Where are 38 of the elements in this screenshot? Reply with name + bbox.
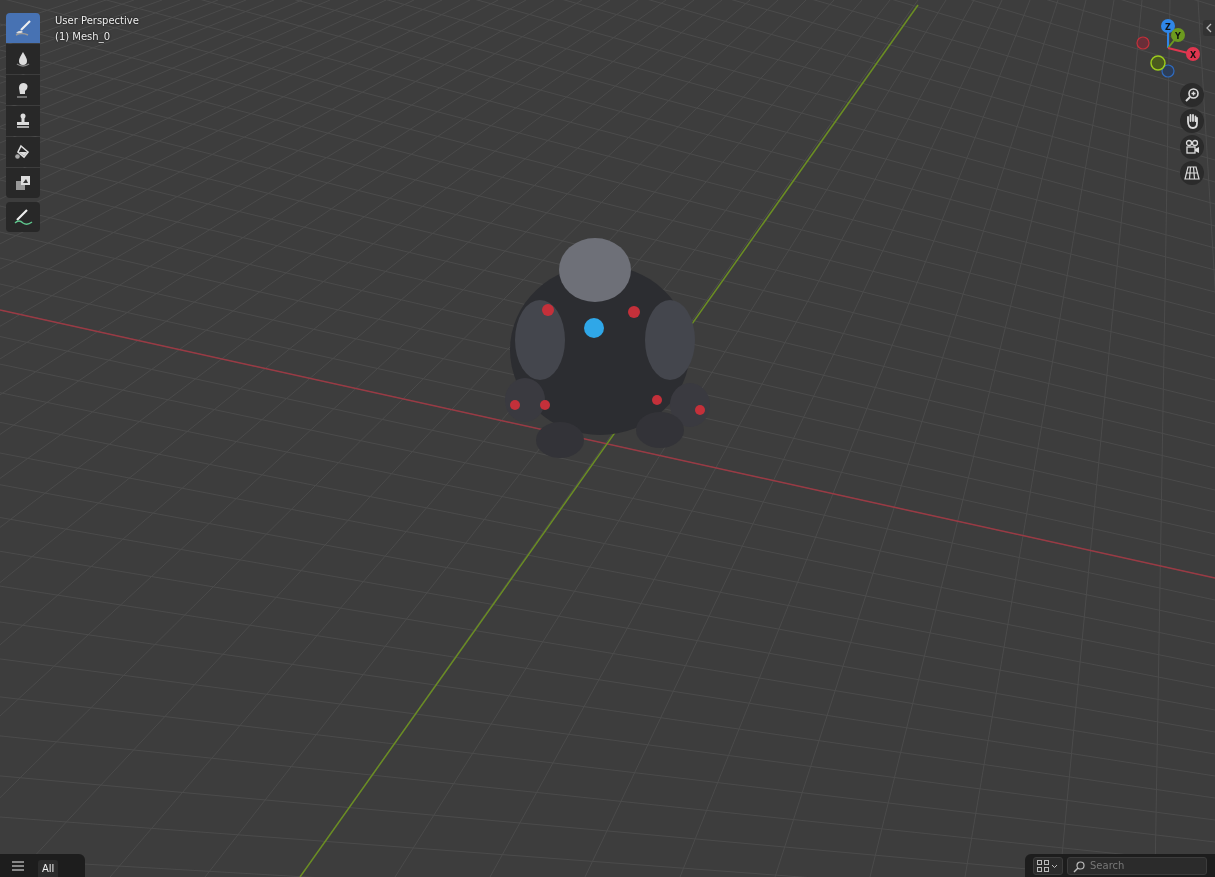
axis-label: X	[1189, 50, 1197, 60]
fill-tool-icon	[14, 143, 32, 161]
zoom-icon	[1184, 87, 1200, 103]
tool-button[interactable]	[6, 168, 40, 198]
chevron-left-icon	[1206, 23, 1212, 33]
navigation-gizmo-drawing[interactable]: Z Y X	[1136, 19, 1200, 78]
object-name: (1) Mesh_0	[55, 30, 112, 43]
axis-handle[interactable]	[1161, 19, 1175, 33]
sidebar-toggle[interactable]	[1203, 20, 1215, 36]
zoom-button[interactable]	[1180, 83, 1204, 107]
axis-label: Y	[1175, 31, 1181, 41]
search-field[interactable]: Search	[1067, 856, 1207, 875]
viewport[interactable]: Z Y X User Perspective (1) Mesh_0 All Search	[0, 0, 1215, 877]
tool-button[interactable]	[6, 106, 40, 136]
display-mode-button[interactable]	[1033, 856, 1063, 875]
pan-button[interactable]	[1180, 109, 1204, 133]
brush-tool-icon	[14, 19, 32, 37]
perspective-toggle-button[interactable]	[1180, 161, 1204, 185]
menu-button[interactable]	[12, 860, 24, 871]
blur-tool-icon	[14, 50, 32, 68]
tool-button[interactable]	[6, 75, 40, 105]
menu-icon	[12, 860, 24, 871]
search-icon	[1073, 860, 1085, 873]
view-name: User Perspective	[55, 14, 139, 27]
camera-icon	[1184, 139, 1200, 155]
axis-handle[interactable]	[1171, 28, 1185, 42]
filter-tab[interactable]: All	[38, 859, 59, 877]
hand-icon	[1184, 113, 1200, 129]
tool-button[interactable]	[6, 44, 40, 74]
axis-label: Z	[1165, 22, 1171, 32]
camera-view-button[interactable]	[1180, 135, 1204, 159]
mask-tool-icon	[14, 174, 32, 192]
grid-icon	[1184, 165, 1200, 181]
tool-button[interactable]	[6, 202, 40, 232]
clone-tool-icon	[14, 112, 32, 130]
grid-view-icon	[1037, 859, 1059, 872]
pencil-stroke-icon	[12, 208, 34, 226]
tool-button[interactable]	[6, 137, 40, 167]
